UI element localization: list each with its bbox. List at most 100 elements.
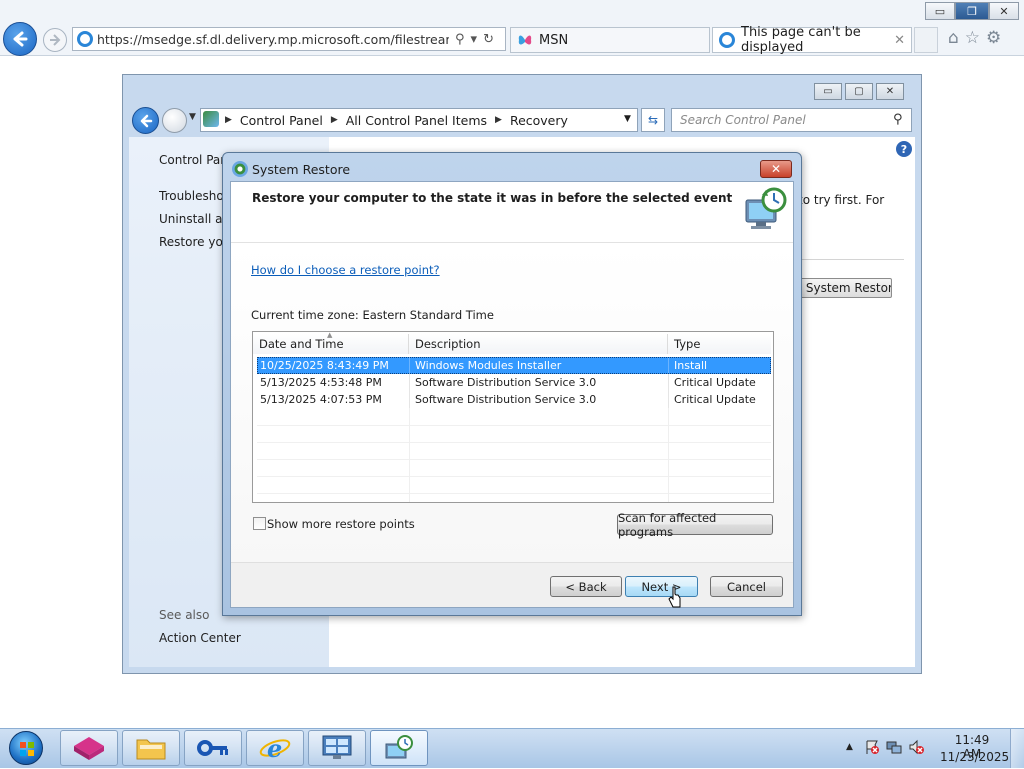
help-icon[interactable]: ?: [896, 141, 912, 157]
browser-tools: ⌂ ☆ ⚙: [948, 28, 1001, 48]
help-link[interactable]: How do I choose a restore point?: [251, 263, 440, 277]
search-icon[interactable]: ⚲: [893, 112, 903, 127]
start-button[interactable]: [4, 729, 48, 767]
back-arrow-icon: [13, 31, 28, 47]
search-icon[interactable]: ⚲: [455, 32, 465, 47]
address-bar[interactable]: https://msedge.sf.dl.delivery.mp.microso…: [72, 27, 506, 51]
dialog-footer: [231, 563, 793, 607]
recent-pages-dropdown-icon[interactable]: ▼: [189, 112, 196, 122]
show-desktop-button[interactable]: [1010, 729, 1024, 768]
see-also-heading: See also: [159, 608, 210, 622]
favorites-star-icon[interactable]: ☆: [965, 28, 980, 48]
search-input[interactable]: Search Control Panel: [671, 108, 912, 132]
new-tab-button[interactable]: [914, 27, 938, 53]
control-panel-monitor-icon: [322, 735, 352, 759]
computer-restore-icon: [745, 187, 787, 229]
tab-msn[interactable]: MSN: [510, 27, 710, 53]
browser-window-controls: ▭ ❐ ✕: [925, 2, 1019, 20]
scan-affected-programs-button[interactable]: Scan for affected programs: [617, 511, 773, 539]
grid-line: [257, 476, 771, 477]
row-date: 5/13/2025 4:53:48 PM: [260, 376, 382, 389]
tab-label: MSN: [539, 32, 569, 48]
grid-line: [257, 442, 771, 443]
breadcrumb-all-items[interactable]: All Control Panel Items: [346, 113, 487, 128]
browser-forward-button[interactable]: [43, 28, 67, 52]
msn-butterfly-icon: [518, 35, 532, 45]
chevron-right-icon[interactable]: ▶: [225, 115, 232, 125]
dialog-title: System Restore: [252, 162, 351, 177]
home-icon[interactable]: ⌂: [948, 28, 959, 48]
network-icon[interactable]: [886, 739, 902, 755]
taskbar-app-1[interactable]: [60, 730, 118, 766]
forward-button[interactable]: [162, 108, 187, 133]
minimize-button[interactable]: ▭: [925, 2, 955, 20]
svg-text:e: e: [267, 734, 282, 763]
show-more-label[interactable]: Show more restore points: [267, 517, 415, 531]
system-restore-icon: [385, 735, 413, 759]
restore-button[interactable]: ❐: [955, 2, 989, 20]
address-text[interactable]: https://msedge.sf.dl.delivery.mp.microso…: [97, 32, 449, 47]
dialog-close-button[interactable]: ✕: [760, 160, 792, 178]
show-more-checkbox[interactable]: [253, 517, 266, 530]
folder-icon: [136, 739, 166, 760]
column-header-description[interactable]: Description: [409, 334, 668, 354]
refresh-icon[interactable]: ↻: [483, 32, 494, 47]
nav-control-panel-home[interactable]: Control Panel Home: [159, 153, 223, 167]
taskbar-explorer[interactable]: [122, 730, 180, 766]
refresh-icon: ⇆: [647, 113, 659, 127]
refresh-button[interactable]: ⇆: [641, 108, 665, 132]
open-system-restore-button[interactable]: Open System Restore: [792, 278, 892, 298]
ie-page-icon: [77, 31, 93, 47]
nav-troubleshoot[interactable]: Troubleshoot problems: [159, 189, 223, 203]
tab-error-page[interactable]: This page can't be displayed ✕: [712, 25, 912, 55]
table-row[interactable]: 5/13/2025 4:53:48 PM Software Distributi…: [257, 374, 771, 391]
chevron-right-icon[interactable]: ▶: [331, 115, 338, 125]
dialog-heading: Restore your computer to the state it wa…: [252, 191, 733, 205]
close-button[interactable]: ✕: [876, 83, 904, 100]
row-type: Critical Update: [668, 374, 771, 391]
nav-action-center[interactable]: Action Center: [159, 631, 241, 645]
breadcrumb[interactable]: ▶ Control Panel ▶ All Control Panel Item…: [200, 108, 638, 132]
table-row[interactable]: 5/13/2025 4:07:53 PM Software Distributi…: [257, 391, 771, 408]
ie-page-icon: [719, 32, 735, 48]
cancel-button[interactable]: Cancel: [710, 576, 783, 597]
key-icon: [197, 740, 228, 756]
address-dropdown-icon[interactable]: ▼: [624, 114, 631, 124]
table-row[interactable]: 10/25/2025 8:43:49 PM Windows Modules In…: [257, 357, 771, 374]
volume-muted-icon[interactable]: [908, 739, 924, 755]
back-button[interactable]: [132, 107, 159, 134]
close-button[interactable]: ✕: [989, 2, 1019, 20]
system-restore-icon: [232, 161, 248, 177]
row-description: Windows Modules Installer: [409, 357, 668, 374]
show-hidden-icons-arrow[interactable]: ▲: [846, 742, 853, 752]
row-description: Software Distribution Service 3.0: [409, 374, 668, 391]
taskbar-system-restore[interactable]: [370, 730, 428, 766]
taskbar-control-panel[interactable]: [308, 730, 366, 766]
internet-explorer-icon: e: [259, 734, 291, 763]
taskbar-internet-explorer[interactable]: e: [246, 730, 304, 766]
clock-date[interactable]: 11/23/2025: [940, 750, 1009, 764]
column-header-type[interactable]: Type: [668, 334, 771, 354]
grid-line: [257, 425, 771, 426]
minimize-button[interactable]: ▭: [814, 83, 842, 100]
close-tab-icon[interactable]: ✕: [894, 33, 905, 48]
nav-uninstall[interactable]: Uninstall a program: [159, 212, 223, 226]
grid-line: [668, 408, 669, 502]
next-button[interactable]: Next >: [625, 576, 698, 597]
maximize-button[interactable]: ▢: [845, 83, 873, 100]
row-description: Software Distribution Service 3.0: [409, 391, 668, 408]
chevron-right-icon[interactable]: ▶: [495, 115, 502, 125]
back-button[interactable]: < Back: [550, 576, 622, 597]
dropdown-icon[interactable]: ▾: [471, 32, 478, 47]
browser-back-button[interactable]: [3, 22, 37, 56]
row-date: 5/13/2025 4:07:53 PM: [260, 393, 382, 406]
grid-line: [257, 493, 771, 494]
control-panel-window-controls: ▭ ▢ ✕: [814, 83, 904, 100]
breadcrumb-control-panel[interactable]: Control Panel: [240, 113, 323, 128]
nav-restore[interactable]: Restore your computer: [159, 235, 223, 249]
taskbar-key-app[interactable]: [184, 730, 242, 766]
action-center-flag-icon[interactable]: [864, 739, 880, 755]
gear-icon[interactable]: ⚙: [986, 28, 1001, 48]
breadcrumb-recovery[interactable]: Recovery: [510, 113, 568, 128]
row-type: Critical Update: [668, 391, 771, 408]
